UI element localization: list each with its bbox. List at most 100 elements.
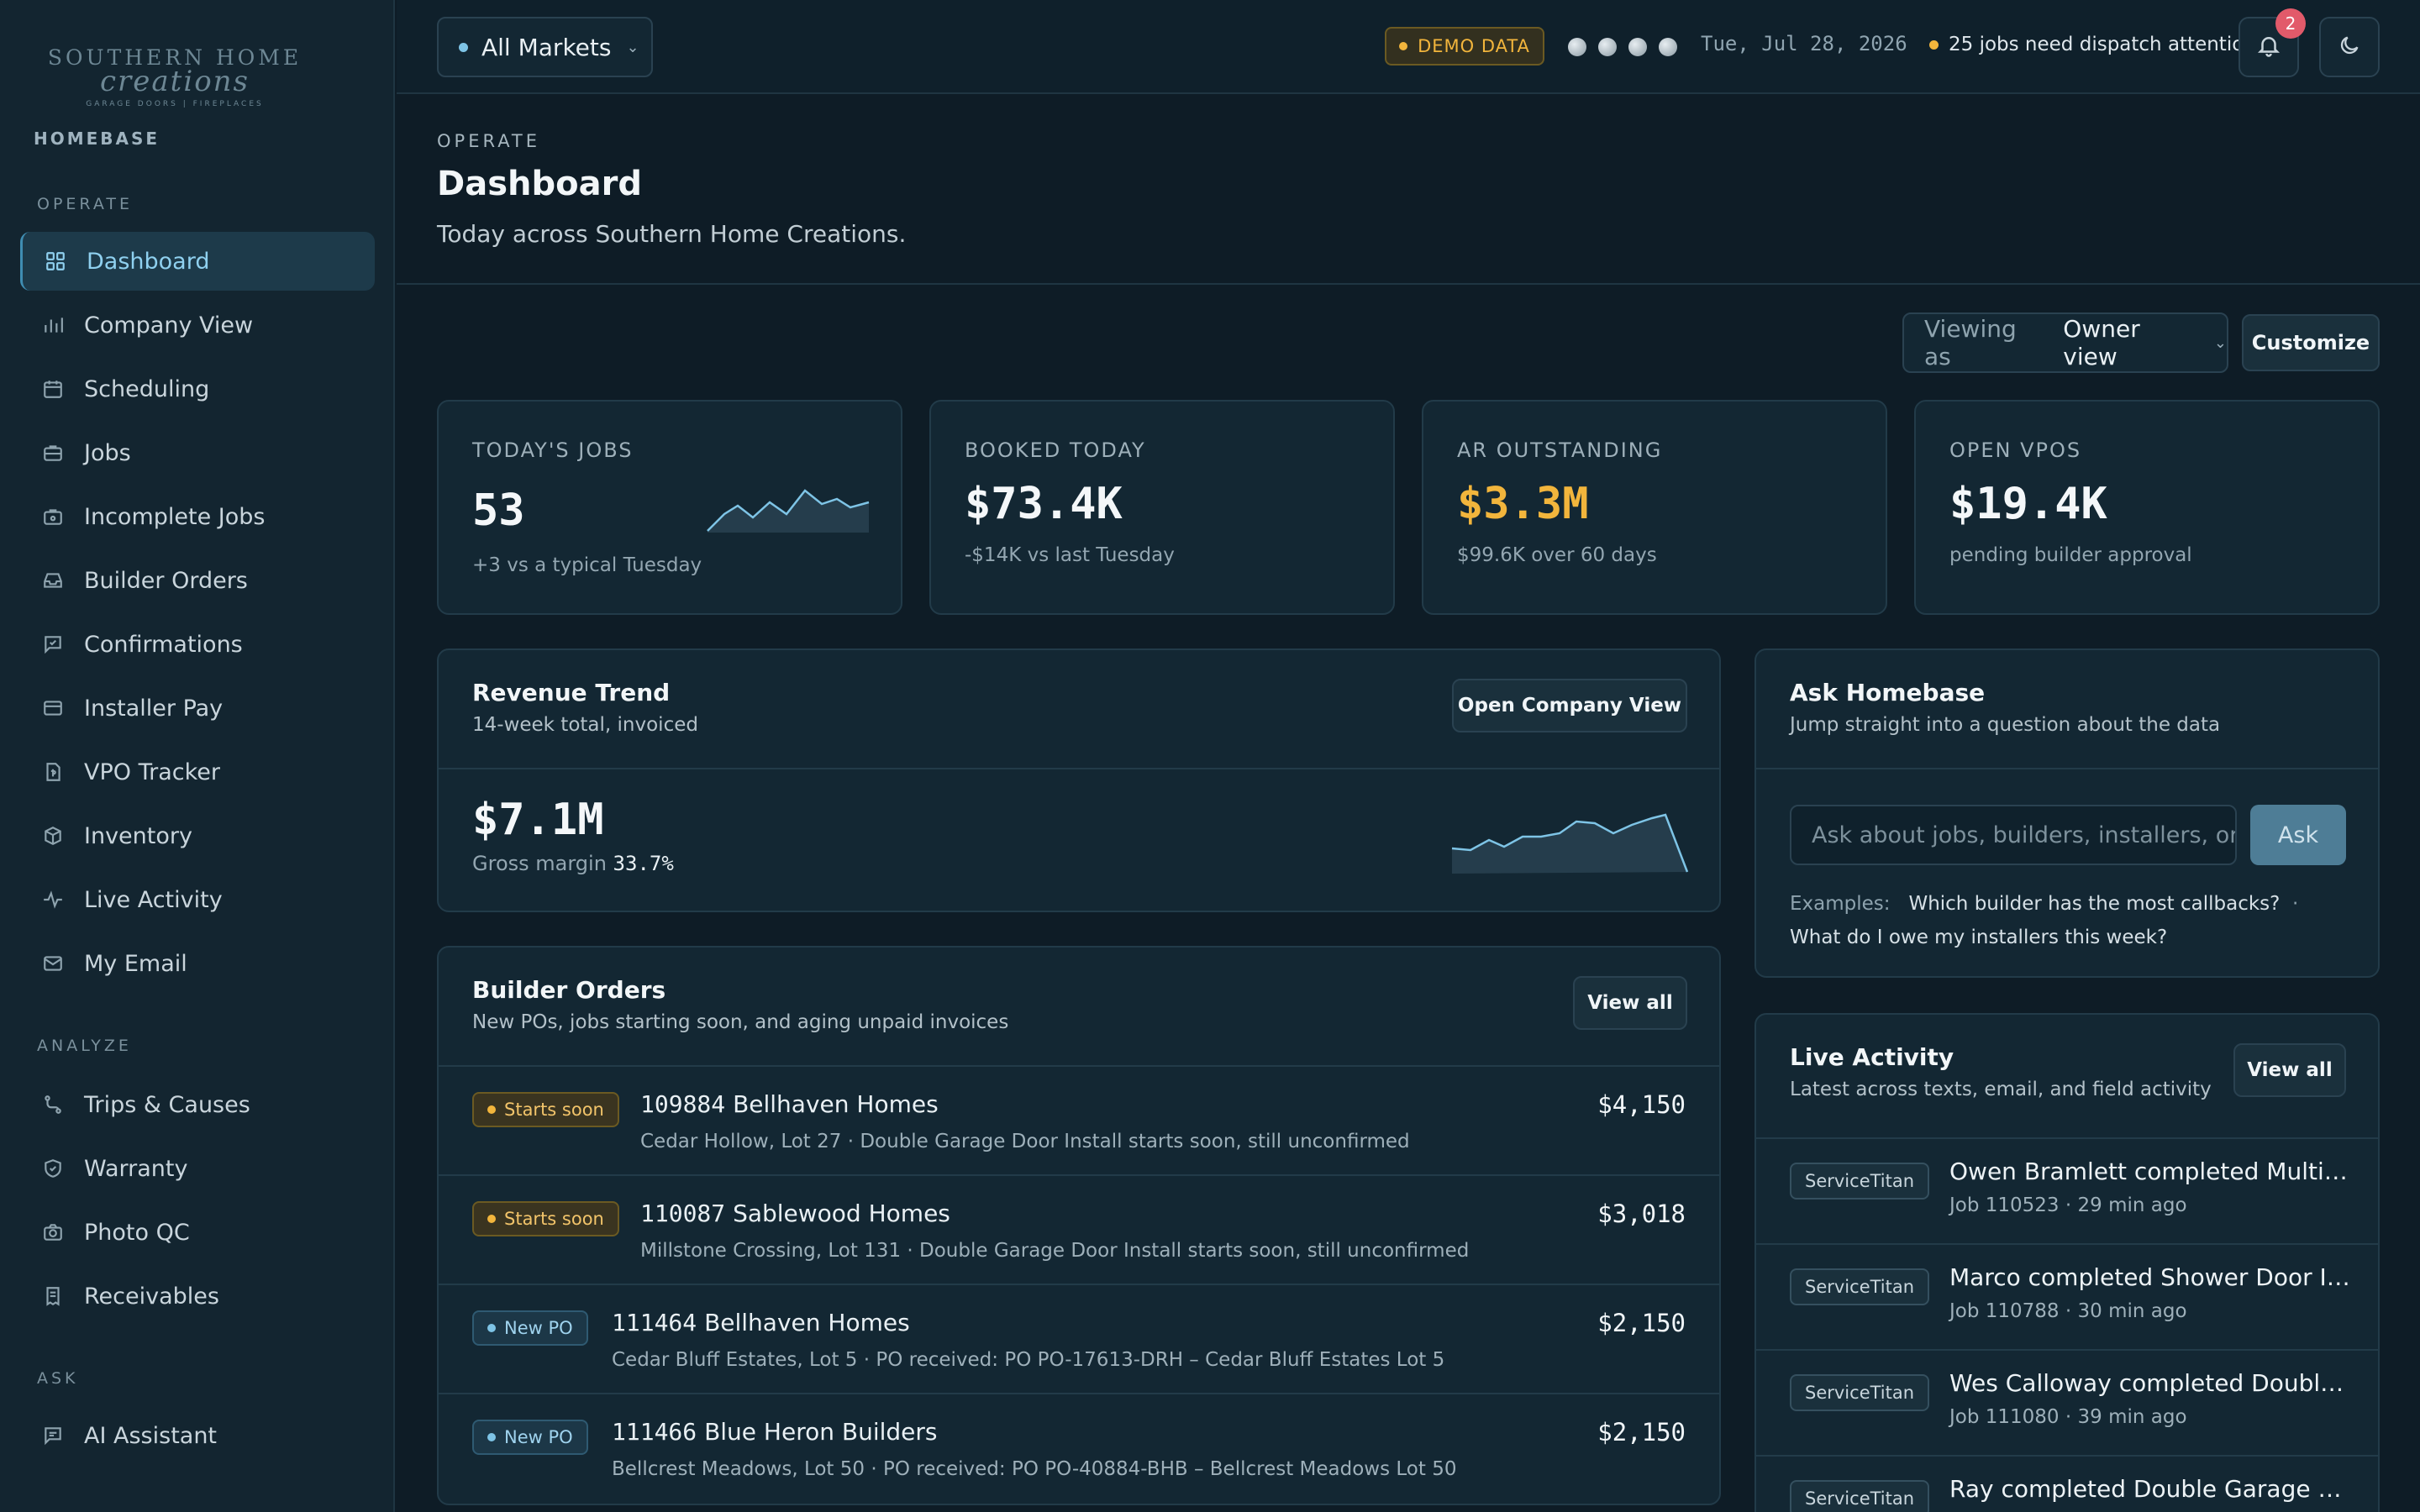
table-row[interactable]: New PO 111464 Bellhaven Homes Cedar Bluf… [439,1284,1719,1393]
sidebar-item-confirmations[interactable]: Confirmations [20,615,375,674]
sidebar-item-inventory[interactable]: Inventory [20,806,375,865]
kpi-value: 53 [472,486,525,536]
status-dot-icon [1399,42,1408,50]
theme-swatch-3[interactable] [1628,38,1647,56]
sidebar-item-company-view[interactable]: Company View [20,296,375,354]
kpi-card-ar-outstanding[interactable]: AR OUTSTANDING $3.3M $99.6K over 60 days [1422,400,1887,615]
builder-orders-view-all-button[interactable]: View all [1573,976,1687,1030]
market-selector[interactable]: All Markets ⌄ [437,17,653,77]
activity-meta: Job 110788 · 30 min ago [1949,1300,2187,1322]
theme-swatch-4[interactable] [1659,38,1677,56]
briefcase-icon [42,442,64,464]
viewing-value: Owner view [2063,315,2140,370]
section-title: Revenue Trend [472,679,671,706]
sidebar-item-installer-pay[interactable]: Installer Pay [20,679,375,738]
grid-icon [45,250,66,272]
order-detail: Bellcrest Meadows, Lot 50 · PO received:… [612,1458,1457,1480]
kpi-card-booked-today[interactable]: BOOKED TODAY $73.4K -$14K vs last Tuesda… [929,400,1395,615]
activity-meta: Job 111080 · 39 min ago [1949,1406,2187,1428]
theme-toggle-button[interactable] [2319,17,2380,77]
sidebar-item-jobs[interactable]: Jobs [20,423,375,482]
sidebar-item-dashboard[interactable]: Dashboard [20,232,375,291]
order-title: 111464 Bellhaven Homes [612,1309,910,1336]
order-detail: Cedar Bluff Estates, Lot 5 · PO received… [612,1349,1445,1371]
list-item[interactable]: ServiceTitan Marco completed Shower Door… [1756,1243,2380,1349]
list-item[interactable]: ServiceTitan Owen Bramlett completed Mul… [1756,1137,2380,1243]
activity-view-all-button[interactable]: View all [2233,1043,2346,1097]
inbox-icon [42,570,64,591]
sidebar-item-label: Confirmations [84,631,243,658]
card-divider [439,768,1719,769]
company-logo[interactable]: SOUTHERN HOME creations GARAGE DOORS | F… [40,45,309,108]
sidebar-item-warranty[interactable]: Warranty [20,1139,375,1198]
sidebar-item-receivables[interactable]: Receivables [20,1267,375,1326]
ask-input[interactable]: Ask about jobs, builders, installers, or… [1790,805,2237,865]
camera-icon [42,1221,64,1243]
status-badge: New PO [472,1420,588,1455]
document-dollar-icon [42,761,64,783]
page-title: Dashboard [437,165,642,203]
sidebar-item-label: Trips & Causes [84,1091,250,1118]
viewing-as-selector[interactable]: Viewing as Owner view ⌄ [1902,312,2228,373]
dispatch-attention[interactable]: 25 jobs need dispatch attention [1929,34,2256,55]
table-row[interactable]: New PO 111466 Blue Heron Builders Bellcr… [439,1393,1719,1502]
open-company-view-button[interactable]: Open Company View [1452,679,1687,732]
sidebar-item-label: Live Activity [84,886,223,913]
card-divider [1756,768,2378,769]
chevron-down-icon: ⌄ [2213,333,2227,352]
ask-button[interactable]: Ask [2250,805,2346,865]
theme-swatch-1[interactable] [1568,38,1586,56]
moon-icon [2338,34,2361,60]
order-title: 109884 Bellhaven Homes [640,1090,939,1118]
kpi-value: $3.3M [1457,479,1589,529]
customize-button[interactable]: Customize [2242,314,2380,371]
sidebar-item-label: Company View [84,312,254,339]
kpi-card-open-vpos[interactable]: OPEN VPOS $19.4K pending builder approva… [1914,400,2380,615]
order-title: 111466 Blue Heron Builders [612,1418,938,1446]
receipt-icon [42,1285,64,1307]
calendar-icon [42,378,64,400]
example-question-link[interactable]: What do I owe my installers this week? [1790,927,2167,948]
section-subtitle: Jump straight into a question about the … [1790,714,2221,736]
sidebar-item-scheduling[interactable]: Scheduling [20,360,375,418]
table-row[interactable]: Starts soon 110087 Sablewood Homes Mills… [439,1174,1719,1284]
sidebar-item-trips-causes[interactable]: Trips & Causes [20,1075,375,1134]
bar-chart-icon [42,314,64,336]
sidebar-item-label: Installer Pay [84,695,224,722]
kpi-label: AR OUTSTANDING [1457,438,1663,462]
order-detail: Millstone Crossing, Lot 131 · Double Gar… [640,1240,1470,1262]
section-subtitle: Latest across texts, email, and field ac… [1790,1079,2212,1100]
theme-swatch-2[interactable] [1598,38,1617,56]
sidebar-item-live-activity[interactable]: Live Activity [20,870,375,929]
section-title: Ask Homebase [1790,679,1986,706]
page-eyebrow: OPERATE [437,131,541,151]
kpi-foot: $99.6K over 60 days [1457,544,1657,566]
sidebar-item-photo-qc[interactable]: Photo QC [20,1203,375,1262]
revenue-sparkline [1451,813,1689,874]
sidebar-item-label: Inventory [84,822,192,849]
demo-data-badge: DEMO DATA [1385,27,1544,66]
sidebar-item-incomplete-jobs[interactable]: Incomplete Jobs [20,487,375,546]
kpi-card-todays-jobs[interactable]: TODAY'S JOBS 53 +3 vs a typical Tuesday [437,400,902,615]
kpi-label: OPEN VPOS [1949,438,2082,462]
list-item[interactable]: ServiceTitan Ray completed Double Garage… [1756,1455,2380,1512]
section-subtitle: 14-week total, invoiced [472,714,698,736]
sidebar-item-my-email[interactable]: My Email [20,934,375,993]
sidebar-item-label: My Email [84,950,187,977]
order-amount: $2,150 [1597,1309,1686,1337]
sidebar-item-vpo-tracker[interactable]: VPO Tracker [20,743,375,801]
sidebar-item-ai-assistant[interactable]: AI Assistant [20,1406,375,1465]
example-question-link[interactable]: Which builder has the most callbacks? [1908,893,2280,915]
sidebar-item-label: Warranty [84,1155,188,1182]
section-title: Live Activity [1790,1043,1954,1071]
sidebar-item-builder-orders[interactable]: Builder Orders [20,551,375,610]
list-item[interactable]: ServiceTitan Wes Calloway completed Doub… [1756,1349,2380,1455]
section-label-operate: OPERATE [37,195,133,213]
sidebar-item-label: Builder Orders [84,567,248,594]
pulse-icon [42,889,64,911]
activity-meta: Job 110523 · 29 min ago [1949,1194,2187,1216]
kpi-value: $73.4K [965,479,1123,529]
activity-title: Owen Bramlett completed Multi-Unit Garag… [1949,1158,2353,1185]
table-row[interactable]: Starts soon 109884 Bellhaven Homes Cedar… [439,1065,1719,1174]
sidebar-item-label: Receivables [84,1283,219,1310]
